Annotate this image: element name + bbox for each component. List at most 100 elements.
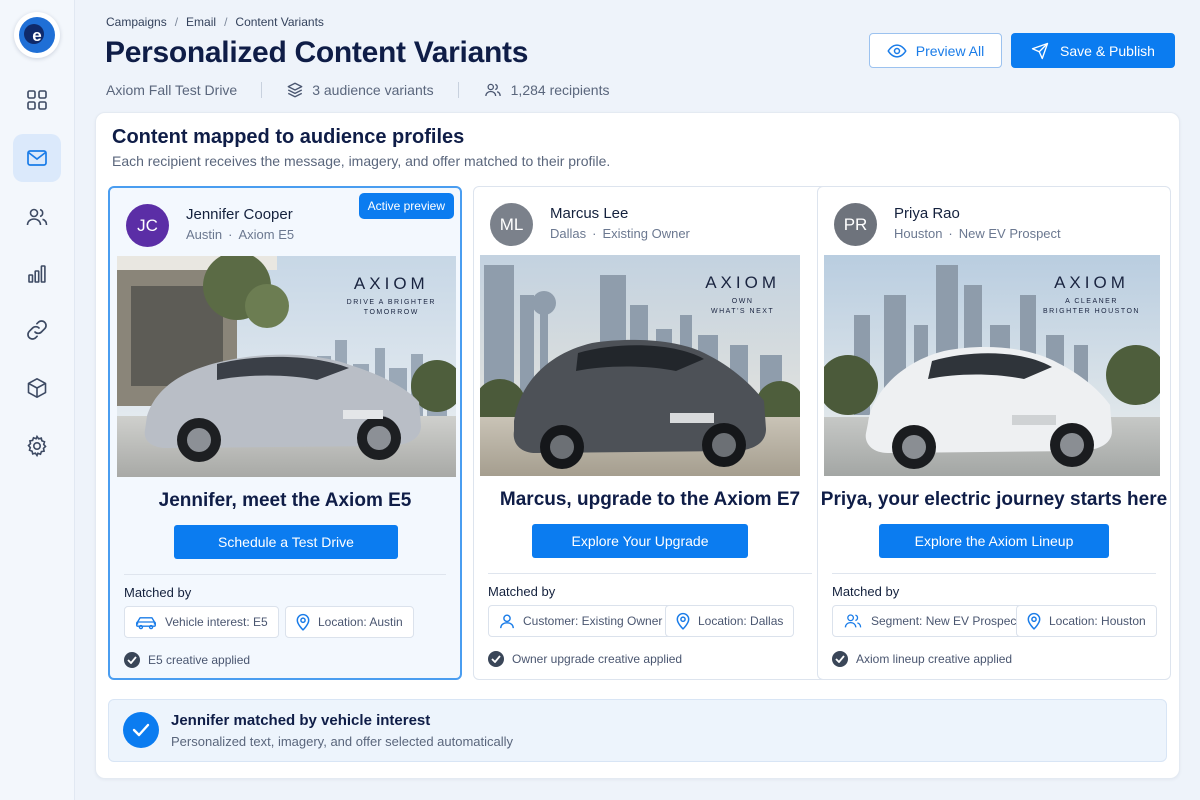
variants-panel: Content mapped to audience profiles Each… — [95, 112, 1180, 779]
chip-label: Vehicle interest: E5 — [165, 615, 268, 629]
breadcrumb-current: Content Variants — [235, 15, 324, 29]
breadcrumb-separator: / — [174, 15, 179, 29]
campaign-name: Axiom Fall Test Drive — [106, 82, 238, 98]
users-icon — [484, 83, 501, 97]
main-content: Campaigns / Email / Content Variants Per… — [75, 0, 1200, 800]
avatar: PR — [834, 203, 877, 246]
creative-applied-status: Axiom lineup creative applied — [832, 651, 1012, 667]
recipient-name: Priya Rao — [894, 205, 960, 222]
recipient-name: Marcus Lee — [550, 205, 629, 222]
chip-label: Location: Dallas — [698, 614, 784, 628]
matched-by-label: Matched by — [124, 585, 192, 600]
recipient-count: 1,284 recipients — [483, 81, 610, 99]
match-chip-location: Location: Houston — [1016, 605, 1157, 637]
chip-label: Location: Austin — [318, 615, 403, 629]
meta-divider — [457, 82, 459, 98]
match-chip-location: Location: Dallas — [665, 605, 795, 637]
variant-headline: Marcus, upgrade to the Axiom E7 — [499, 489, 801, 510]
dashboard-icon — [27, 90, 47, 110]
cta-button[interactable]: Explore the Axiom Lineup — [879, 524, 1109, 558]
applied-label: Owner upgrade creative applied — [512, 652, 683, 666]
location-pin-icon — [676, 612, 690, 630]
applied-label: E5 creative applied — [148, 653, 251, 667]
box-icon — [27, 378, 47, 398]
matched-by-label: Matched by — [832, 584, 900, 599]
match-summary-banner: Jennifer matched by vehicle interest Per… — [108, 699, 1167, 762]
ad-brand: AXIOM A CLEANER BRIGHTER HOUSTON — [1043, 273, 1140, 317]
match-chip-vehicle: Vehicle interest: E5 — [124, 606, 279, 638]
cta-button[interactable]: Explore Your Upgrade — [532, 524, 748, 558]
variant-headline: Jennifer, meet the Axiom E5 — [158, 490, 412, 511]
recipient-name: Jennifer Cooper — [186, 206, 293, 223]
recipient-city: Houston — [894, 226, 943, 241]
chip-label: Segment: New EV Prospect — [871, 614, 1020, 628]
nav-analytics[interactable] — [13, 250, 61, 298]
avatar: ML — [490, 203, 533, 246]
send-icon — [1031, 42, 1049, 59]
variant-card-priya[interactable]: PR Priya Rao Houston · New EV Prospect A… — [817, 186, 1171, 680]
car-icon — [136, 617, 156, 630]
save-publish-button[interactable]: Save & Publish — [1011, 33, 1175, 68]
active-preview-badge: Active preview — [358, 193, 454, 219]
users-icon — [26, 208, 48, 226]
app-logo[interactable]: e — [14, 12, 60, 58]
breadcrumb: Campaigns / Email / Content Variants — [106, 15, 324, 29]
svg-text:e: e — [32, 26, 41, 45]
variant-card-marcus[interactable]: ML Marcus Lee Dallas · Existing Owner AX… — [473, 186, 827, 680]
nav-integrations[interactable] — [13, 306, 61, 354]
match-chip-customer: Customer: Existing Owner — [488, 605, 674, 637]
nav-email[interactable] — [13, 134, 61, 182]
users-icon — [844, 614, 862, 628]
matched-by-label: Matched by — [488, 584, 556, 599]
location-pin-icon — [1027, 612, 1041, 630]
recipient-profile: Austin · Axiom E5 — [186, 227, 294, 242]
preview-all-button[interactable]: Preview All — [869, 33, 1002, 68]
match-summary-title: Jennifer matched by vehicle interest — [171, 712, 431, 729]
brand-wordmark: AXIOM — [353, 274, 429, 293]
nav-audiences[interactable] — [13, 193, 61, 241]
link-icon — [27, 320, 47, 340]
brand-wordmark: AXIOM — [705, 273, 780, 292]
card-divider — [488, 573, 812, 574]
cta-button[interactable]: Schedule a Test Drive — [174, 525, 398, 559]
dot-separator: · — [592, 226, 597, 241]
applied-label: Axiom lineup creative applied — [856, 652, 1013, 666]
recipient-segment: Existing Owner — [602, 226, 690, 241]
user-icon — [500, 614, 514, 629]
mail-icon — [27, 150, 47, 166]
recipient-segment: New EV Prospect — [958, 226, 1061, 241]
ad-tagline: DRIVE A BRIGHTER TOMORROW — [346, 299, 436, 316]
nav-assets[interactable] — [13, 364, 61, 412]
nav-settings[interactable] — [13, 422, 61, 470]
creative-applied-status: Owner upgrade creative applied — [488, 651, 682, 667]
check-circle-icon — [488, 651, 504, 667]
breadcrumb-separator: / — [224, 15, 228, 29]
match-chip-segment: Segment: New EV Prospect — [832, 605, 1031, 637]
recipient-city: Austin — [186, 227, 223, 242]
card-divider — [124, 574, 446, 575]
recipient-count-label: 1,284 recipients — [510, 82, 610, 98]
ad-tagline: OWN WHAT'S NEXT — [710, 298, 775, 315]
ad-brand: AXIOM OWN WHAT'S NEXT — [705, 273, 780, 317]
breadcrumb-email[interactable]: Email — [186, 15, 216, 29]
dot-separator: · — [228, 227, 233, 242]
match-summary-subtitle: Personalized text, imagery, and offer se… — [171, 734, 514, 749]
variant-headline: Priya, your electric journey starts here — [820, 489, 1168, 510]
chip-label: Location: Houston — [1049, 614, 1146, 628]
creative-image: AXIOM DRIVE A BRIGHTER TOMORROW — [117, 256, 456, 477]
avatar: JC — [126, 204, 169, 247]
variant-count-label: 3 audience variants — [312, 82, 434, 98]
creative-applied-status: E5 creative applied — [124, 652, 250, 668]
recipient-profile: Dallas · Existing Owner — [550, 226, 690, 241]
chip-label: Customer: Existing Owner — [523, 614, 663, 628]
recipient-segment: Axiom E5 — [238, 227, 295, 242]
creative-image: AXIOM A CLEANER BRIGHTER HOUSTON — [824, 255, 1160, 476]
creative-image: AXIOM OWN WHAT'S NEXT — [480, 255, 800, 476]
card-divider — [832, 573, 1156, 574]
nav-dashboard[interactable] — [13, 76, 61, 124]
variant-card-jennifer[interactable]: JC Jennifer Cooper Austin · Axiom E5 Activ… — [108, 186, 462, 680]
meta-divider — [261, 82, 263, 98]
breadcrumb-campaigns[interactable]: Campaigns — [106, 15, 167, 29]
settings-icon — [27, 434, 47, 458]
recipient-city: Dallas — [550, 226, 587, 241]
